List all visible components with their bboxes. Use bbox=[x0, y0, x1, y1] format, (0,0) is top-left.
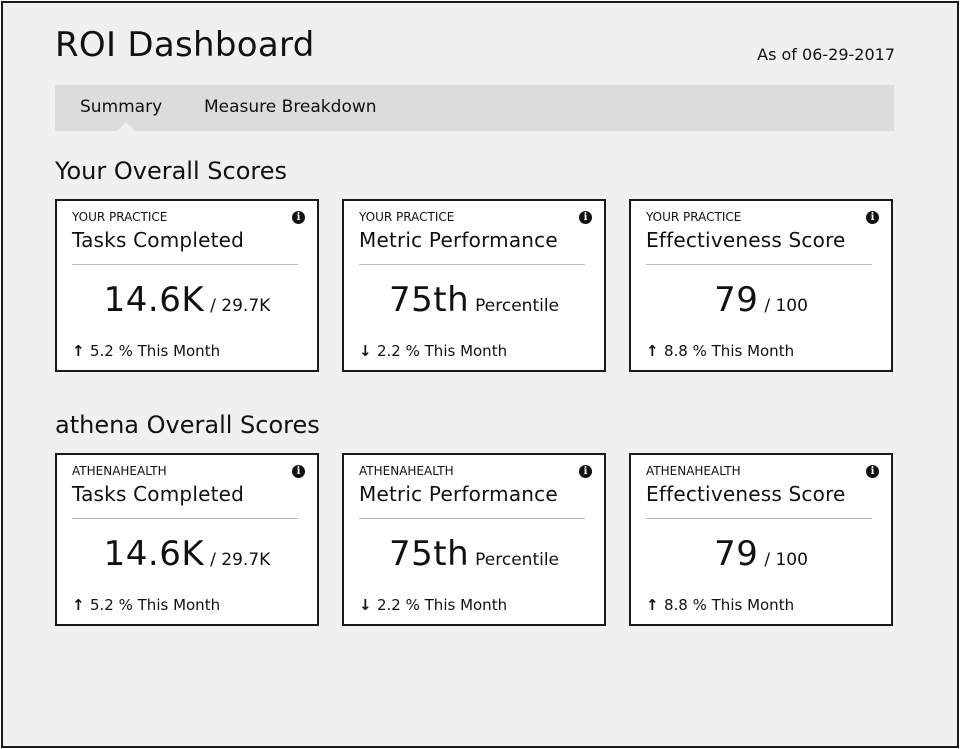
card-divider bbox=[359, 518, 585, 519]
card-divider bbox=[646, 518, 872, 519]
card-value-sub: / 29.7K bbox=[210, 296, 271, 316]
card-value-row: 14.6K/ 29.7K bbox=[57, 280, 317, 320]
card-divider bbox=[72, 518, 298, 519]
card-divider bbox=[359, 264, 585, 265]
arrow-up-icon: ↑ bbox=[646, 596, 659, 614]
card-trend-text: 2.2 % This Month bbox=[377, 342, 508, 360]
card-trend-text: 5.2 % This Month bbox=[90, 342, 221, 360]
card-value-row: 75th Percentile bbox=[344, 280, 604, 320]
card-trend-text: 2.2 % This Month bbox=[377, 596, 508, 614]
card-divider bbox=[646, 264, 872, 265]
tab-bar: Summary Measure Breakdown bbox=[55, 85, 894, 131]
card-metric-performance: YOUR PRACTICE Metric Performance i 75th P… bbox=[342, 199, 606, 372]
dashboard-window: ROI Dashboard As of 06-29-2017 Summary M… bbox=[1, 1, 959, 748]
section-heading-athena-scores: athena Overall Scores bbox=[55, 411, 320, 439]
card-value-sub: Percentile bbox=[475, 550, 560, 570]
card-value: 14.6K bbox=[103, 280, 205, 320]
card-trend-text: 8.8 % This Month bbox=[664, 342, 795, 360]
card-value: 75th bbox=[388, 280, 470, 320]
arrow-up-icon: ↑ bbox=[72, 596, 85, 614]
card-trend: ↓ 2.2 % This Month bbox=[359, 342, 507, 360]
card-value-row: 79/ 100 bbox=[631, 534, 891, 574]
card-trend-text: 5.2 % This Month bbox=[90, 596, 221, 614]
as-of-date: As of 06-29-2017 bbox=[757, 45, 895, 64]
arrow-down-icon: ↓ bbox=[359, 342, 372, 360]
card-value-row: 14.6K/ 29.7K bbox=[57, 534, 317, 574]
card-effectiveness-score: YOUR PRACTICE Effectiveness Score i 79/ … bbox=[629, 199, 893, 372]
card-value-sub: / 29.7K bbox=[210, 550, 271, 570]
card-value: 79 bbox=[714, 280, 759, 320]
info-icon[interactable]: i bbox=[292, 211, 305, 224]
arrow-up-icon: ↑ bbox=[72, 342, 85, 360]
card-trend-text: 8.8 % This Month bbox=[664, 596, 795, 614]
card-trend: ↓ 2.2 % This Month bbox=[359, 596, 507, 614]
card-trend: ↑ 8.8 % This Month bbox=[646, 596, 794, 614]
card-value-sub: / 100 bbox=[764, 296, 808, 316]
arrow-down-icon: ↓ bbox=[359, 596, 372, 614]
card-title: Tasks Completed bbox=[72, 228, 245, 252]
card-title: Metric Performance bbox=[359, 228, 558, 252]
card-label: ATHENAHEALTH bbox=[646, 464, 741, 478]
card-label: ATHENAHEALTH bbox=[359, 464, 454, 478]
card-label: YOUR PRACTICE bbox=[72, 210, 168, 224]
tab-measure-breakdown[interactable]: Measure Breakdown bbox=[204, 97, 377, 117]
info-icon[interactable]: i bbox=[579, 465, 592, 478]
card-title: Effectiveness Score bbox=[646, 228, 846, 252]
card-label: YOUR PRACTICE bbox=[646, 210, 742, 224]
card-divider bbox=[72, 264, 298, 265]
section-heading-your-scores: Your Overall Scores bbox=[55, 157, 287, 185]
tab-summary[interactable]: Summary bbox=[80, 97, 162, 117]
card-metric-performance: ATHENAHEALTH Metric Performance i 75th Pe… bbox=[342, 453, 606, 626]
card-value: 14.6K bbox=[103, 534, 205, 574]
info-icon[interactable]: i bbox=[292, 465, 305, 478]
card-value-row: 75th Percentile bbox=[344, 534, 604, 574]
card-trend: ↑ 8.8 % This Month bbox=[646, 342, 794, 360]
selected-tab-indicator bbox=[117, 122, 135, 131]
card-trend: ↑ 5.2 % This Month bbox=[72, 342, 220, 360]
info-icon[interactable]: i bbox=[866, 211, 879, 224]
card-value-sub: Percentile bbox=[475, 296, 560, 316]
info-icon[interactable]: i bbox=[579, 211, 592, 224]
arrow-up-icon: ↑ bbox=[646, 342, 659, 360]
card-tasks-completed: ATHENAHEALTH Tasks Completed i 14.6K/ 29… bbox=[55, 453, 319, 626]
card-title: Effectiveness Score bbox=[646, 482, 846, 506]
card-title: Metric Performance bbox=[359, 482, 558, 506]
card-effectiveness-score: ATHENAHEALTH Effectiveness Score i 79/ 1… bbox=[629, 453, 893, 626]
card-value-row: 79/ 100 bbox=[631, 280, 891, 320]
info-icon[interactable]: i bbox=[866, 465, 879, 478]
card-label: YOUR PRACTICE bbox=[359, 210, 455, 224]
card-value: 79 bbox=[714, 534, 759, 574]
card-value: 75th bbox=[388, 534, 470, 574]
card-value-sub: / 100 bbox=[764, 550, 808, 570]
page-title: ROI Dashboard bbox=[55, 25, 315, 65]
card-tasks-completed: YOUR PRACTICE Tasks Completed i 14.6K/ 2… bbox=[55, 199, 319, 372]
card-label: ATHENAHEALTH bbox=[72, 464, 167, 478]
card-trend: ↑ 5.2 % This Month bbox=[72, 596, 220, 614]
card-title: Tasks Completed bbox=[72, 482, 245, 506]
